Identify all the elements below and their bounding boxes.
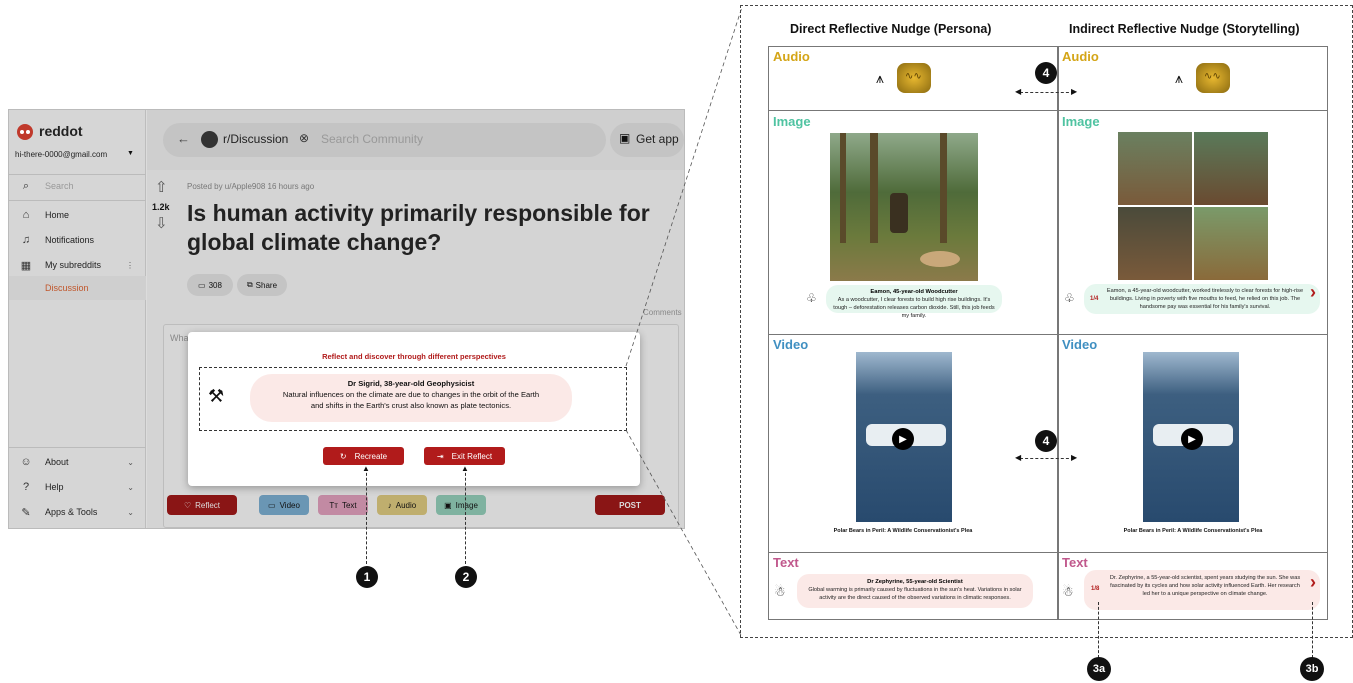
image-label-left: Image bbox=[773, 114, 811, 129]
play-icon[interactable]: ▶ bbox=[892, 428, 914, 450]
audio-play-button[interactable]: ∿∿ bbox=[897, 63, 931, 93]
polar-bear-video-right[interactable]: ▶ bbox=[1143, 352, 1239, 522]
tree-icon: ♧ bbox=[806, 291, 817, 305]
marker-4-mid-arrow bbox=[1020, 458, 1074, 459]
audio-label-right: Audio bbox=[1062, 49, 1099, 64]
play-icon[interactable]: ▶ bbox=[1181, 428, 1203, 450]
marker-3b-line bbox=[1312, 602, 1313, 658]
storytelling-text-bubble: 1/8 Dr. Zephyrine, a 55-year-old scienti… bbox=[1084, 570, 1320, 610]
marker-3a-line bbox=[1098, 602, 1099, 658]
scientist-icon: ☃ bbox=[774, 584, 786, 599]
broadcast-icon: ⩚ bbox=[876, 70, 884, 86]
storytelling-image-bubble: 1/4 Eamon, a 45-year-old woodcutter, wor… bbox=[1084, 283, 1320, 314]
image-label-right: Image bbox=[1062, 114, 1100, 129]
text-page-counter: 1/8 bbox=[1091, 586, 1100, 592]
scientist-icon: ☃ bbox=[1062, 584, 1074, 599]
video-label-right: Video bbox=[1062, 337, 1098, 352]
storytelling-image-grid bbox=[1118, 132, 1268, 280]
image-page-counter: 1/4 bbox=[1090, 296, 1099, 302]
text-label-left: Text bbox=[773, 555, 799, 570]
text-label-right: Text bbox=[1062, 555, 1088, 570]
audio-play-button[interactable]: ∿∿ bbox=[1196, 63, 1230, 93]
next-arrow-icon[interactable]: › bbox=[1310, 283, 1316, 301]
direct-heading: Direct Reflective Nudge (Persona) bbox=[790, 22, 992, 36]
video-label-left: Video bbox=[773, 337, 809, 352]
scientist-bubble: Dr Zephyrine, 55-year-old Scientist Globa… bbox=[797, 574, 1033, 608]
story-image-3 bbox=[1118, 207, 1192, 280]
marker-4-mid: 4 bbox=[1035, 430, 1057, 452]
video-caption-right: Polar Bears in Peril: A Wildlife Conserv… bbox=[1123, 528, 1263, 534]
waveform-icon: ∿∿ bbox=[905, 71, 922, 82]
right-arrowhead-icon: ▶ bbox=[1071, 453, 1078, 462]
audio-label-left: Audio bbox=[773, 49, 810, 64]
left-arrowhead-icon: ◀ bbox=[1015, 87, 1022, 96]
broadcast-icon: ⩚ bbox=[1175, 70, 1183, 86]
woodcutter-bubble: Eamon, 45-year-old Woodcutter As a woodcu… bbox=[826, 285, 1002, 319]
waveform-icon: ∿∿ bbox=[1204, 71, 1221, 82]
story-image-2 bbox=[1194, 132, 1268, 205]
next-arrow-icon[interactable]: › bbox=[1310, 573, 1316, 591]
marker-4-top-arrow bbox=[1020, 92, 1074, 93]
story-image-4 bbox=[1194, 207, 1268, 280]
marker-4-top: 4 bbox=[1035, 62, 1057, 84]
marker-3b: 3b bbox=[1300, 657, 1324, 681]
video-caption-left: Polar Bears in Peril: A Wildlife Conserv… bbox=[833, 528, 973, 534]
polar-bear-video-left[interactable]: ▶ bbox=[856, 352, 952, 522]
right-arrowhead-icon: ▶ bbox=[1071, 87, 1078, 96]
indirect-heading: Indirect Reflective Nudge (Storytelling) bbox=[1069, 22, 1300, 36]
story-image-1 bbox=[1118, 132, 1192, 205]
left-arrowhead-icon: ◀ bbox=[1015, 453, 1022, 462]
tree-icon: ♧ bbox=[1064, 291, 1075, 305]
marker-3a: 3a bbox=[1087, 657, 1111, 681]
woodcutter-image bbox=[830, 133, 978, 281]
